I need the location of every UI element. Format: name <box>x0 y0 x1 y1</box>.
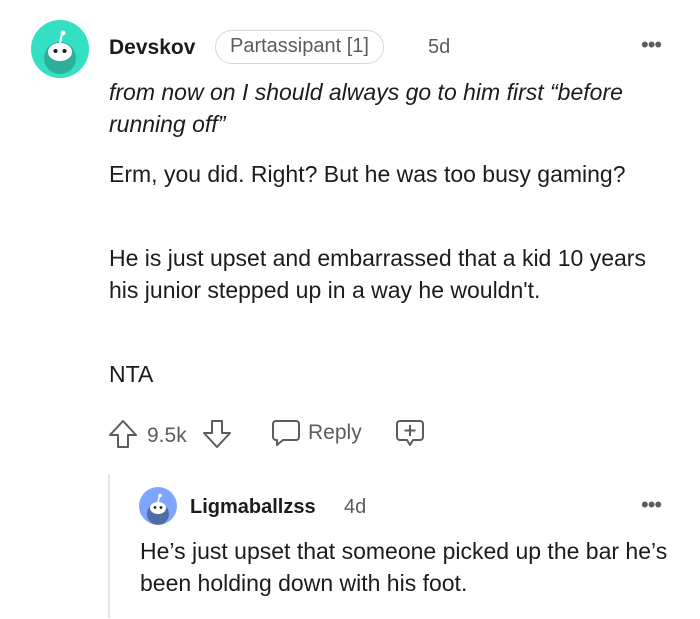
avatar[interactable] <box>31 20 89 78</box>
comment-bubble-icon <box>270 418 302 448</box>
comment-author[interactable]: Devskov <box>109 36 195 60</box>
more-options-icon[interactable]: ••• <box>641 492 662 518</box>
snoo-avatar-icon <box>147 493 169 525</box>
reply-body: He’s just upset that someone picked up t… <box>140 538 668 596</box>
snoo-avatar-icon <box>44 30 76 74</box>
downvote-icon[interactable] <box>201 418 233 450</box>
avatar[interactable] <box>139 487 177 525</box>
vote-score: 9.5k <box>147 424 187 447</box>
user-flair: Partassipant [1] <box>215 30 384 64</box>
award-plus-icon <box>394 418 426 448</box>
award-button[interactable] <box>394 418 426 448</box>
reply-label: Reply <box>308 421 362 444</box>
comment-quote: from now on I should always go to him fi… <box>109 79 623 137</box>
comment-paragraph: NTA <box>109 361 154 387</box>
thread-line[interactable] <box>108 474 110 618</box>
comment-paragraph: He is just upset and embarrassed that a … <box>109 245 646 303</box>
comment-paragraph: Erm, you did. Right? But he was too busy… <box>109 161 626 187</box>
more-options-icon[interactable]: ••• <box>641 32 662 58</box>
comment-age: 5d <box>428 36 451 58</box>
reply-age: 4d <box>344 496 367 518</box>
reply-author[interactable]: Ligmaballzss <box>190 496 316 519</box>
upvote-icon[interactable] <box>107 418 139 450</box>
reply-button[interactable]: Reply <box>270 418 362 448</box>
